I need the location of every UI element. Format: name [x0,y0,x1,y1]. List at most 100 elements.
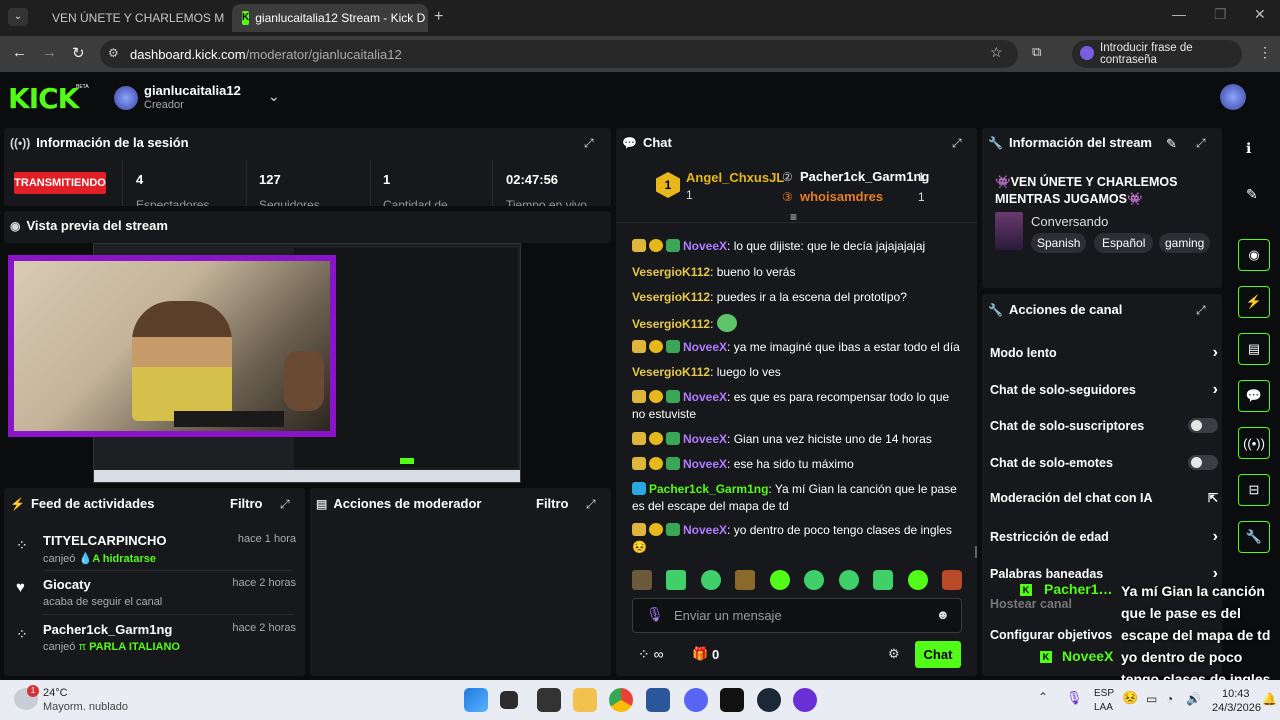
action-slow-mode[interactable]: Modo lento › [990,344,1218,362]
chat-username[interactable]: NoveeX [683,390,727,404]
chat-scrollbar[interactable] [975,546,977,558]
bookmark-star-icon[interactable]: ☆ [990,44,1003,61]
feed-item-name[interactable]: Giocaty [43,577,91,592]
feed-item-name[interactable]: TITYELCARPINCHO [43,533,167,548]
volume-icon[interactable]: 🔊 [1186,692,1201,706]
tag-chip[interactable]: Spanish [1031,233,1087,253]
tray-chevron-up-icon[interactable]: ⌃ [1038,690,1048,704]
tab-search-button[interactable]: ⌄ [8,8,28,26]
forward-icon[interactable]: → [42,44,57,61]
expand-icon[interactable]: ⤢ [584,136,594,151]
chrome-icon[interactable] [609,688,633,712]
extensions-icon[interactable]: ⧉ [1032,44,1041,60]
expand-icon[interactable]: ⤢ [1196,136,1206,151]
emote-icon[interactable] [735,570,756,590]
gift-icon[interactable]: 🎁 [692,646,708,662]
category-thumbnail[interactable] [995,212,1023,250]
profile-pill[interactable]: Introducir frase de contraseña [1072,40,1242,68]
chat-username[interactable]: NoveeX [683,239,727,253]
sidebar-document-icon[interactable]: ▤ [1238,333,1270,365]
feed-filter-button[interactable]: Filtro [230,496,263,511]
sidebar-preview-icon[interactable]: ◉ [1238,239,1270,271]
kick-logo[interactable]: KICK [8,82,79,115]
file-explorer-icon[interactable] [573,688,597,712]
word-icon[interactable] [646,688,670,712]
expand-icon[interactable]: ⤢ [952,136,962,151]
wifi-icon[interactable]: ◔ [1166,692,1173,706]
action-followers-only[interactable]: Chat de solo-seguidores › [990,381,1218,399]
leader-name[interactable]: whoisamdres [800,189,883,204]
tag-chip[interactable]: Español [1094,233,1154,253]
chat-username[interactable]: NoveeX [683,523,727,537]
send-chat-button[interactable]: Chat [915,641,961,668]
modactions-filter-button[interactable]: Filtro [536,496,569,511]
emoji-picker-icon[interactable]: ☻ [936,607,950,622]
browser-menu-icon[interactable]: ⋮ [1258,44,1272,61]
capcut-icon[interactable] [720,688,744,712]
site-info-icon[interactable]: ⚙ [108,46,119,60]
user-avatar[interactable] [1220,84,1246,110]
maximize-icon[interactable]: ❐ [1214,6,1227,23]
purple-app-icon[interactable] [793,688,817,712]
reload-icon[interactable]: ↻ [72,44,85,62]
action-host-channel[interactable]: Hostear canal [990,597,1072,611]
tag-chip[interactable]: gaming [1159,233,1211,253]
lang-region[interactable]: LAA [1094,702,1113,713]
emote-icon[interactable] [769,570,790,590]
steam-icon[interactable] [757,688,781,712]
leader-name[interactable]: Angel_ChxusJL [686,170,784,185]
edit-icon[interactable]: ✎ [1246,186,1258,203]
minimize-icon[interactable]: — [1172,6,1186,22]
chat-settings-gear-icon[interactable]: ⚙ [888,646,900,662]
expand-icon[interactable]: ⤢ [280,497,290,512]
chat-username[interactable]: NoveeX [683,457,727,471]
lang-code[interactable]: ESP [1094,688,1114,699]
taskview-icon[interactable] [500,691,518,709]
chat-username[interactable]: VesergioK112 [632,317,710,331]
emote-icon[interactable] [700,570,721,590]
emotes-only-toggle[interactable] [1188,455,1218,470]
close-window-icon[interactable]: ✕ [1254,6,1266,23]
subscribers-only-toggle[interactable] [1188,418,1218,433]
tray-microphone-icon[interactable]: 🎙 [1066,690,1083,706]
expand-icon[interactable]: ⤢ [1196,303,1206,318]
info-icon[interactable]: ℹ [1246,140,1251,157]
chat-username[interactable]: NoveeX [683,432,727,446]
back-icon[interactable]: ← [12,44,27,61]
tab-kick-dashboard[interactable]: K gianlucaitalia12 Stream - Kick D [232,4,428,32]
expand-icon[interactable]: ⤢ [586,497,596,512]
action-configure-goals[interactable]: Configurar objetivos [990,628,1112,642]
emote-icon[interactable] [666,570,687,590]
discord-icon[interactable] [684,688,708,712]
chat-username[interactable]: Pacher1ck_Garm1ng [649,482,768,496]
emote-icon[interactable] [873,570,894,590]
chat-username[interactable]: NoveeX [683,340,727,354]
windows-start-icon[interactable] [464,688,488,712]
new-tab-button[interactable]: + [434,8,443,26]
category-name[interactable]: Conversando [1031,214,1108,229]
emote-icon[interactable] [804,570,825,590]
action-ai-moderation[interactable]: Moderación del chat con IA ⇱ [990,491,1218,505]
notification-bell-icon[interactable]: 🔔 [1262,692,1277,706]
sidebar-chat-icon[interactable]: 💬 [1238,380,1270,412]
sidebar-lightning-icon[interactable]: ⚡ [1238,286,1270,318]
tab-youtube[interactable]: VEN ÚNETE Y CHARLEMOS M [36,4,230,32]
address-bar[interactable]: dashboard.kick.com/moderator/gianlucaita… [100,40,1018,68]
channel-avatar[interactable] [114,86,138,110]
obs-app-icon[interactable] [537,688,561,712]
channel-switch-chevron-down-icon[interactable]: ⌄ [268,88,280,105]
sidebar-broadcast-icon[interactable]: ((•)) [1238,427,1270,459]
leader-name[interactable]: Pacher1ck_Garm1ng [800,169,929,184]
chat-username[interactable]: VesergioK112 [632,265,710,279]
emote-icon[interactable] [907,570,928,590]
microphone-icon[interactable]: 🎙 [646,606,664,623]
emote-icon[interactable] [941,570,962,590]
action-age-restriction[interactable]: Restricción de edad › [990,528,1218,546]
battery-icon[interactable]: ▭ [1146,692,1157,706]
edit-pencil-icon[interactable]: ✎ [1166,136,1177,152]
emote-icon[interactable] [632,570,652,590]
feed-item-name[interactable]: Pacher1ck_Garm1ng [43,622,172,637]
chat-username[interactable]: VesergioK112 [632,365,710,379]
sidebar-layout-icon[interactable]: ⊟ [1238,474,1270,506]
clock-date[interactable]: 24/3/2026 [1212,702,1261,714]
